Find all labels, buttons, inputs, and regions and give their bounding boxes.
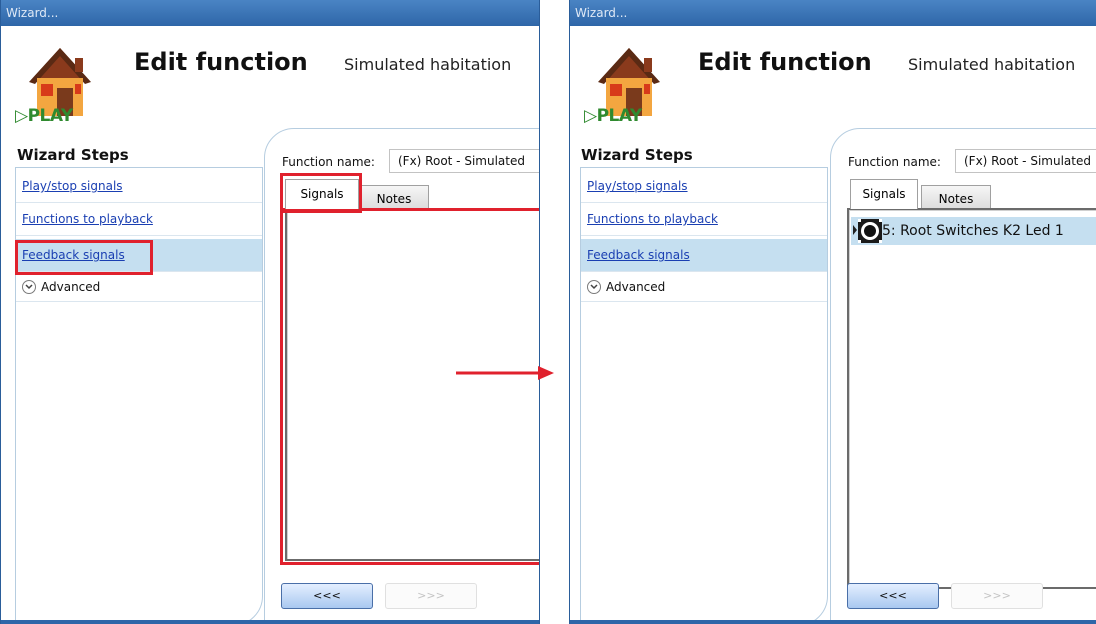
back-button[interactable]: <<<: [847, 583, 939, 609]
window-title: Wizard...: [6, 6, 59, 20]
tab-signals[interactable]: Signals: [285, 179, 359, 209]
back-button[interactable]: <<<: [281, 583, 373, 609]
tab-notes[interactable]: Notes: [359, 185, 429, 209]
chevron-down-icon: [22, 279, 36, 294]
window-title-bar: Wizard...: [570, 0, 1096, 26]
advanced-expander[interactable]: Advanced: [581, 272, 827, 302]
play-logo: ▷PLAY: [15, 106, 73, 126]
step-functions-to-playback[interactable]: Functions to playback: [16, 203, 262, 236]
list-item[interactable]: 5: Root Switches K2 Led 1: [851, 217, 1096, 245]
play-label: PLAY: [27, 106, 74, 126]
wizard-steps-list: Play/stop signals Functions to playback …: [15, 167, 263, 624]
window-title-bar: Wizard...: [1, 0, 539, 26]
window-title: Wizard...: [575, 6, 628, 20]
signals-list[interactable]: 5: Root Switches K2 Led 1: [847, 208, 1096, 589]
wizard-window-before: Wizard... ▷PLAY Edit function Simulated …: [0, 0, 540, 624]
wizard-steps-title: Wizard Steps: [581, 146, 693, 164]
page-subtitle: Simulated habitation: [908, 55, 1076, 74]
page-subtitle: Simulated habitation: [344, 55, 512, 74]
step-feedback-signals[interactable]: Feedback signals: [16, 239, 262, 272]
step-feedback-signals[interactable]: Feedback signals: [581, 239, 827, 272]
function-editor-area: Function name: (Fx) Root - Simulated Sig…: [830, 128, 1096, 624]
arrow-right-icon: [456, 366, 554, 380]
signals-list[interactable]: [285, 208, 539, 561]
step-link[interactable]: Play/stop signals: [587, 179, 688, 193]
step-link[interactable]: Functions to playback: [22, 212, 153, 226]
step-link[interactable]: Feedback signals: [22, 248, 125, 262]
step-link[interactable]: Feedback signals: [587, 248, 690, 262]
wizard-steps-list: Play/stop signals Functions to playback …: [580, 167, 828, 624]
page-title: Edit function: [698, 48, 872, 76]
signal-label: 5: Root Switches K2 Led 1: [882, 223, 1064, 239]
function-name-label: Function name:: [848, 155, 941, 169]
advanced-label: Advanced: [41, 280, 101, 294]
page-title: Edit function: [134, 48, 308, 76]
function-name-field[interactable]: (Fx) Root - Simulated: [955, 149, 1096, 173]
tab-notes[interactable]: Notes: [921, 185, 991, 209]
step-play-stop-signals[interactable]: Play/stop signals: [16, 170, 262, 203]
play-label: PLAY: [596, 106, 643, 126]
step-link[interactable]: Functions to playback: [587, 212, 718, 226]
switch-led-icon: [858, 219, 882, 243]
advanced-label: Advanced: [606, 280, 666, 294]
expand-arrow-icon: [853, 225, 857, 235]
step-functions-to-playback[interactable]: Functions to playback: [581, 203, 827, 236]
tab-signals[interactable]: Signals: [850, 179, 918, 209]
function-name-label: Function name:: [282, 155, 375, 169]
step-play-stop-signals[interactable]: Play/stop signals: [581, 170, 827, 203]
wizard-window-after: Wizard... ▷PLAY Edit function Simulated …: [569, 0, 1096, 624]
next-button: >>>: [385, 583, 477, 609]
window-bottom-border: [1, 620, 539, 624]
step-link[interactable]: Play/stop signals: [22, 179, 123, 193]
wizard-steps-title: Wizard Steps: [17, 146, 129, 164]
next-button: >>>: [951, 583, 1043, 609]
chevron-down-icon: [587, 279, 601, 294]
advanced-expander[interactable]: Advanced: [16, 272, 262, 302]
function-name-field[interactable]: (Fx) Root - Simulated: [389, 149, 539, 173]
play-logo: ▷PLAY: [584, 106, 642, 126]
window-bottom-border: [570, 620, 1096, 624]
